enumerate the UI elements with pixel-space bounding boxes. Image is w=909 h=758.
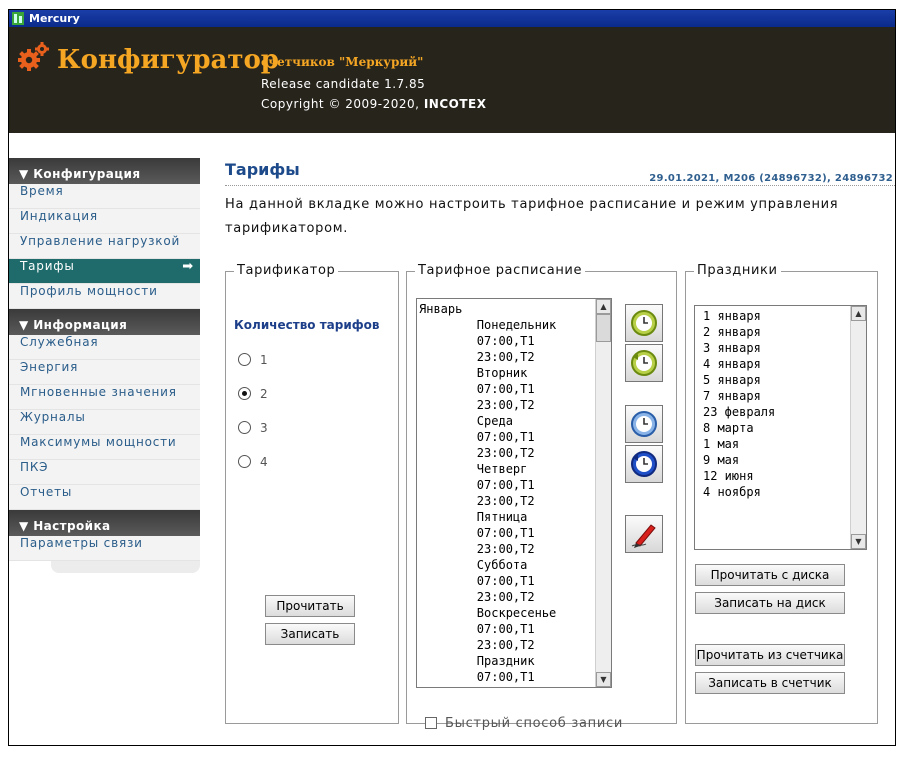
schedule-scrollbar[interactable]: ▲ ▼	[595, 299, 611, 687]
write-to-disk-button[interactable]: Записать на диск	[695, 592, 845, 614]
radio-label: 4	[260, 455, 268, 469]
group-legend: Тарификатор	[234, 263, 339, 278]
radio-label: 2	[260, 387, 268, 401]
group-legend: Праздники	[694, 263, 781, 278]
clock-read-meter-button[interactable]	[625, 405, 663, 443]
holidays-list[interactable]: 1 января 2 января 3 января 4 января 5 ян…	[694, 305, 867, 550]
tariff-count-radio-1[interactable]	[238, 353, 251, 366]
title-divider	[225, 185, 895, 186]
section-title: Информация	[33, 318, 128, 332]
tariff-count-radio-4[interactable]	[238, 455, 251, 468]
read-tariffs-button[interactable]: Прочитать	[265, 595, 355, 617]
sidebar-item-display[interactable]: Индикация	[9, 209, 200, 234]
tarifikator-group: Тарификатор Количество тарифов 1 2 3 4 П…	[225, 263, 399, 724]
section-title: Настройка	[33, 519, 111, 533]
gear-icon	[18, 42, 49, 71]
scroll-down-button[interactable]: ▼	[596, 672, 611, 687]
sidebar-item-power-profile[interactable]: Профиль мощности	[9, 284, 200, 309]
app-subtitle: счетчиков "Меркурий"	[261, 55, 424, 69]
tariff-count-label: Количество тарифов	[234, 318, 380, 332]
holidays-scrollbar[interactable]: ▲ ▼	[850, 306, 866, 549]
scroll-thumb[interactable]	[596, 314, 611, 342]
clock-write-disk-button[interactable]	[625, 344, 663, 382]
read-from-meter-button[interactable]: Прочитать из счетчика	[695, 644, 845, 666]
app-title: Конфигуратор	[57, 45, 279, 75]
sidebar-item-reports[interactable]: Отчеты	[9, 485, 200, 510]
sidebar: ▼ Конфигурация Время Индикация Управлени…	[9, 158, 200, 573]
radio-label: 3	[260, 421, 268, 435]
sidebar-item-instant-values[interactable]: Мгновенные значения	[9, 385, 200, 410]
sidebar-item-connection-params[interactable]: Параметры связи	[9, 536, 200, 561]
fast-write-checkbox[interactable]	[425, 717, 437, 729]
clock-read-disk-button[interactable]	[625, 304, 663, 342]
sidebar-section-settings[interactable]: ▼ Настройка	[9, 510, 200, 536]
sidebar-section-information[interactable]: ▼ Информация	[9, 309, 200, 335]
holidays-group: Праздники 1 января 2 января 3 января 4 я…	[685, 263, 878, 724]
clock-write-meter-icon	[631, 451, 657, 477]
copyright: Copyright © 2009-2020, INCOTEX	[261, 97, 486, 111]
sidebar-section-configuration[interactable]: ▼ Конфигурация	[9, 158, 200, 184]
holidays-text: 1 января 2 января 3 января 4 января 5 ян…	[703, 309, 776, 499]
clock-write-disk-icon	[631, 350, 657, 376]
page-title: Тарифы	[225, 160, 300, 179]
tariff-schedule-list[interactable]: Январь Понедельник 07:00,T1 23:00,T2 Вто…	[416, 298, 612, 688]
radio-label: 1	[260, 353, 268, 367]
sidebar-item-service[interactable]: Служебная	[9, 335, 200, 360]
app-window: Mercury Конфигуратор счетчиков "Меркурий…	[8, 9, 896, 746]
clock-write-meter-button[interactable]	[625, 445, 663, 483]
tariff-count-radio-3[interactable]	[238, 421, 251, 434]
sidebar-item-power-maximums[interactable]: Максимумы мощности	[9, 435, 200, 460]
scroll-down-button[interactable]: ▼	[851, 534, 866, 549]
section-title: Конфигурация	[33, 167, 141, 181]
clock-read-meter-icon	[631, 411, 657, 437]
group-legend: Тарифное расписание	[415, 263, 586, 278]
sidebar-item-tariffs[interactable]: Тарифы ➡	[9, 259, 200, 284]
page-description: На данной вкладке можно настроить тарифн…	[225, 197, 839, 236]
sidebar-footer	[51, 561, 200, 573]
sidebar-item-time[interactable]: Время	[9, 184, 200, 209]
write-to-meter-button[interactable]: Записать в счетчик	[695, 672, 845, 694]
fast-write-label: Быстрый способ записи	[445, 716, 623, 731]
read-from-disk-button[interactable]: Прочитать с диска	[695, 564, 845, 586]
sidebar-item-label: Тарифы	[20, 259, 75, 273]
arrow-right-icon: ➡	[182, 259, 194, 274]
scroll-up-button[interactable]: ▲	[596, 299, 611, 314]
release-version: Release candidate 1.7.85	[261, 77, 426, 91]
title-bar: Mercury	[9, 10, 895, 27]
pen-edit-icon	[631, 524, 656, 548]
sidebar-item-load-control[interactable]: Управление нагрузкой	[9, 234, 200, 259]
app-header: Конфигуратор счетчиков "Меркурий" Releas…	[9, 27, 895, 133]
schedule-text: Январь Понедельник 07:00,T1 23:00,T2 Вто…	[419, 302, 557, 684]
write-tariffs-button[interactable]: Записать	[265, 623, 355, 645]
app-icon	[12, 12, 24, 25]
clock-read-disk-icon	[631, 310, 657, 336]
sidebar-item-journals[interactable]: Журналы	[9, 410, 200, 435]
edit-schedule-button[interactable]	[625, 515, 663, 553]
tariff-schedule-group: Тарифное расписание Январь Понедельник 0…	[406, 263, 677, 731]
copyright-text: Copyright © 2009-2020,	[261, 97, 424, 111]
tariff-count-radio-2[interactable]	[238, 387, 251, 400]
scroll-up-button[interactable]: ▲	[851, 306, 866, 321]
device-info: 29.01.2021, M206 (24896732), 24896732	[649, 173, 893, 184]
sidebar-item-pke[interactable]: ПКЭ	[9, 460, 200, 485]
copyright-company: INCOTEX	[423, 97, 487, 111]
sidebar-item-energy[interactable]: Энергия	[9, 360, 200, 385]
window-title: Mercury	[29, 12, 80, 25]
